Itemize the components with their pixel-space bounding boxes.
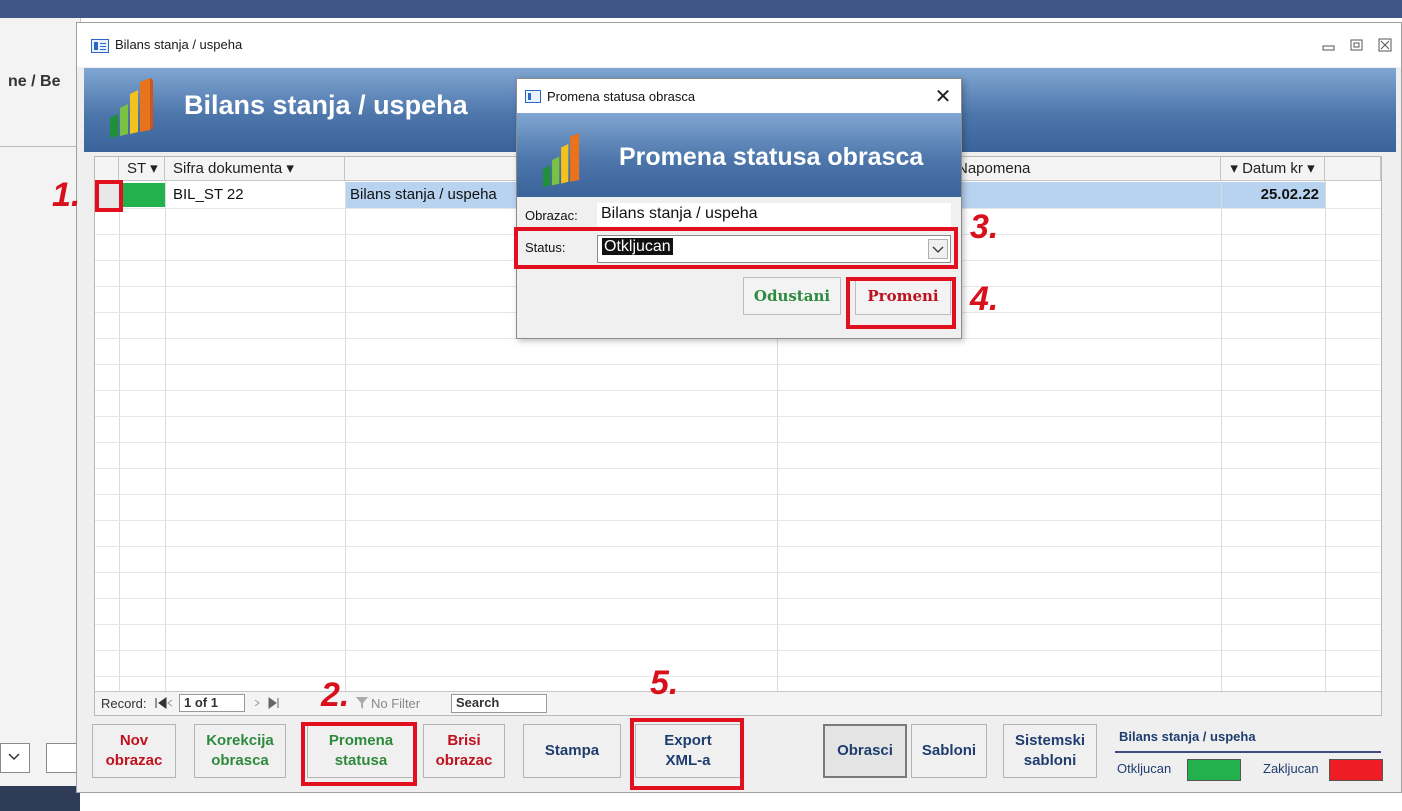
first-record-button[interactable] [153,695,175,714]
grid-hline [95,494,1381,495]
background-divider [0,146,78,147]
dialog-close-button[interactable]: ✕ [929,83,957,109]
background-app-title: ne / Be [8,73,61,90]
annotation-step-4: 4. [970,280,999,318]
bar-chart-logo-icon [543,133,580,188]
highlight-status-row [514,227,958,269]
chevron-down-icon [8,753,20,761]
column-header-st[interactable]: ST ▾ [119,157,165,181]
sistemski-sabloni-button[interactable]: Sistemski sabloni [1003,724,1097,778]
highlight-row-selector [95,180,123,212]
grid-hline [95,468,1381,469]
no-filter-button[interactable]: No Filter [371,696,420,711]
legend-title: Bilans stanja / uspeha [1119,729,1256,744]
grid-hline [95,442,1381,443]
obrazac-label: Obrazac: [525,208,578,223]
first-record-icon [155,697,173,709]
odustani-button[interactable]: Odustani [743,277,841,315]
minimize-icon [1322,45,1335,51]
record-label: Record: [101,696,147,711]
legend-unlocked-swatch [1187,759,1241,781]
sabloni-label: Sabloni [921,742,977,759]
sabloni-button[interactable]: Sabloni [911,724,987,778]
grid-hline [95,676,1381,677]
grid-vline [165,181,166,691]
grid-hline [95,650,1381,651]
column-header-sifra[interactable]: Sifra dokumenta ▾ [165,157,345,181]
row-sifra[interactable]: BIL_ST 22 [173,182,343,208]
legend-unlocked-label: Otkljucan [1117,761,1172,776]
stampa-button[interactable]: Stampa [523,724,621,778]
next-last-record-icon [254,697,279,709]
korekcija-obrasca-button[interactable]: Korekcija obrasca [194,724,286,778]
grid-vline [119,181,120,691]
row-status-color[interactable] [120,183,165,207]
brisi-obrazac-button[interactable]: Brisi obrazac [423,724,505,778]
annotation-step-3: 3. [970,208,999,246]
annotation-step-1: 1. [52,176,81,214]
grid-hline [95,598,1381,599]
dialog-header-title: Promena statusa obrasca [619,143,924,171]
restore-icon [1350,39,1363,51]
bar-chart-logo-icon [110,78,153,138]
nov-obrazac-button[interactable]: Nov obrazac [92,724,176,778]
close-button[interactable] [1371,33,1399,57]
record-position-input[interactable]: 1 of 1 [179,694,245,712]
grid-hline [95,624,1381,625]
legend-locked-label: Zakljucan [1263,761,1319,776]
next-record-button[interactable] [251,695,291,714]
highlight-promeni-button [846,277,956,329]
record-navigation: Record: 1 of 1 No Filter Search [95,691,1381,715]
column-header-empty [1325,157,1381,181]
window-title: Bilans stanja / uspeha [115,37,243,52]
search-input[interactable]: Search [451,694,547,713]
highlight-promena-statusa [301,722,417,786]
form-header-title: Bilans stanja / uspeha [184,90,468,120]
window-titlebar: Bilans stanja / uspeha [77,23,1401,67]
minimize-button[interactable] [1315,33,1343,57]
grid-hline [95,390,1381,391]
form-window-icon [525,90,541,103]
column-header-datum[interactable]: ▾ Datum kr ▾ [1221,157,1325,181]
grid-vline [345,181,346,691]
legend-divider [1115,751,1381,753]
dialog-title: Promena statusa obrasca [547,89,696,104]
dialog-header: Promena statusa obrasca [517,113,961,197]
filter-icon [355,695,369,714]
restore-button[interactable] [1343,33,1371,57]
highlight-export-xml [630,718,744,790]
legend-locked-swatch [1329,759,1383,781]
background-footer [0,786,80,811]
row-datum[interactable]: 25.02.22 [1222,182,1325,208]
grid-hline [95,572,1381,573]
obrazac-field[interactable]: Bilans stanja / uspeha [597,203,951,229]
grid-vline [1221,181,1222,691]
form-window-icon [91,39,109,53]
obrasci-label: Obrasci [837,742,893,759]
background-top-bar [0,0,1402,18]
background-app: ne / Be [0,18,81,811]
stampa-label: Stampa [544,742,600,759]
close-icon [1378,38,1392,52]
grid-vline [1325,181,1326,691]
obrasci-button[interactable]: Obrasci [823,724,907,778]
grid-hline [95,546,1381,547]
grid-hline [95,364,1381,365]
annotation-step-2: 2. [321,676,350,714]
select-all-corner[interactable] [95,157,119,181]
nov-obrazac-label: Nov obrazac [105,732,163,769]
korekcija-obrasca-label: Korekcija obrasca [206,732,274,769]
grid-hline [95,520,1381,521]
dialog-titlebar: Promena statusa obrasca ✕ [517,79,961,113]
sistemski-sabloni-label: Sistemski sabloni [1014,732,1086,769]
grid-hline [95,416,1381,417]
background-dropdown[interactable] [0,743,30,773]
brisi-obrazac-label: Brisi obrazac [435,732,493,769]
annotation-step-5: 5. [650,664,679,702]
